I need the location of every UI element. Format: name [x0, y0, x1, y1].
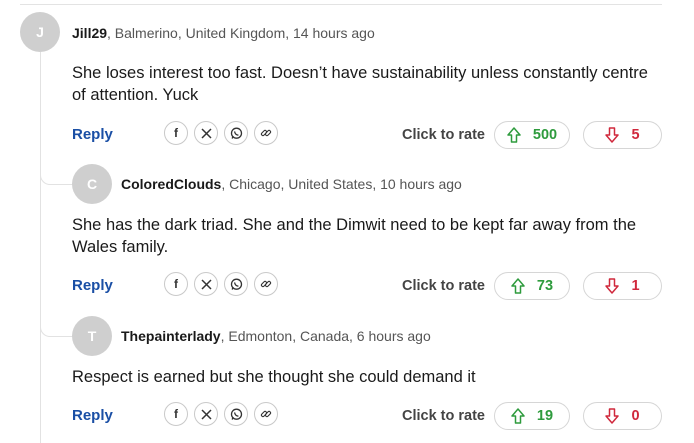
rate-label: Click to rate — [402, 408, 485, 424]
upvote-button[interactable]: 500 — [494, 121, 570, 149]
x-icon[interactable] — [194, 121, 218, 145]
upvote-button[interactable]: 19 — [494, 402, 570, 430]
comment-text: Respect is earned but she thought she co… — [72, 368, 476, 386]
downvote-count: 5 — [631, 127, 640, 143]
facebook-icon[interactable]: f — [164, 402, 188, 426]
upvote-count: 500 — [532, 127, 558, 143]
up-arrow-icon — [511, 408, 525, 424]
username[interactable]: ColoredClouds — [121, 176, 221, 192]
whatsapp-icon[interactable] — [224, 402, 248, 426]
down-arrow-icon — [605, 127, 620, 143]
comment-meta: Thepainterlady, Edmonton, Canada, 6 hour… — [121, 328, 431, 344]
downvote-count: 1 — [631, 278, 640, 294]
upvote-count: 19 — [536, 408, 554, 424]
downvote-button[interactable]: 0 — [583, 402, 662, 430]
reply-button[interactable]: Reply — [72, 126, 113, 143]
rate-label: Click to rate — [402, 127, 485, 143]
thread-line — [40, 52, 41, 443]
action-row: Reply f Click to rate 73 1 — [72, 272, 662, 300]
share-buttons: f — [164, 272, 278, 296]
x-icon[interactable] — [194, 272, 218, 296]
downvote-button[interactable]: 1 — [583, 272, 662, 300]
facebook-icon[interactable]: f — [164, 121, 188, 145]
share-buttons: f — [164, 402, 278, 426]
comment-text: She has the dark triad. She and the Dimw… — [72, 216, 637, 256]
avatar[interactable]: T — [72, 316, 112, 356]
downvote-button[interactable]: 5 — [583, 121, 662, 149]
username[interactable]: Thepainterlady — [121, 328, 221, 344]
link-icon[interactable] — [254, 402, 278, 426]
username[interactable]: Jill29 — [72, 25, 107, 41]
comment-meta: ColoredClouds, Chicago, United States, 1… — [121, 176, 462, 192]
location-time: , Edmonton, Canada, 6 hours ago — [220, 328, 431, 344]
reply-connector — [40, 300, 75, 337]
whatsapp-icon[interactable] — [224, 272, 248, 296]
upvote-button[interactable]: 73 — [494, 272, 570, 300]
down-arrow-icon — [605, 278, 620, 294]
location-time: , Chicago, United States, 10 hours ago — [221, 176, 462, 192]
share-buttons: f — [164, 121, 278, 145]
divider — [20, 4, 662, 5]
action-row: Reply f Click to rate 500 5 — [72, 121, 662, 149]
link-icon[interactable] — [254, 272, 278, 296]
avatar[interactable]: C — [72, 164, 112, 204]
reply-connector — [40, 150, 75, 185]
facebook-icon[interactable]: f — [164, 272, 188, 296]
comment-text: She loses interest too fast. Doesn’t hav… — [72, 64, 648, 104]
comment-meta: Jill29, Balmerino, United Kingdom, 14 ho… — [72, 25, 375, 41]
whatsapp-icon[interactable] — [224, 121, 248, 145]
avatar[interactable]: J — [20, 12, 60, 52]
upvote-count: 73 — [536, 278, 554, 294]
x-icon[interactable] — [194, 402, 218, 426]
reply-button[interactable]: Reply — [72, 277, 113, 294]
rate-label: Click to rate — [402, 278, 485, 294]
down-arrow-icon — [605, 408, 620, 424]
link-icon[interactable] — [254, 121, 278, 145]
up-arrow-icon — [511, 278, 525, 294]
up-arrow-icon — [507, 127, 521, 143]
downvote-count: 0 — [631, 408, 640, 424]
reply-button[interactable]: Reply — [72, 407, 113, 424]
action-row: Reply f Click to rate 19 0 — [72, 402, 662, 430]
location-time: , Balmerino, United Kingdom, 14 hours ag… — [107, 25, 375, 41]
